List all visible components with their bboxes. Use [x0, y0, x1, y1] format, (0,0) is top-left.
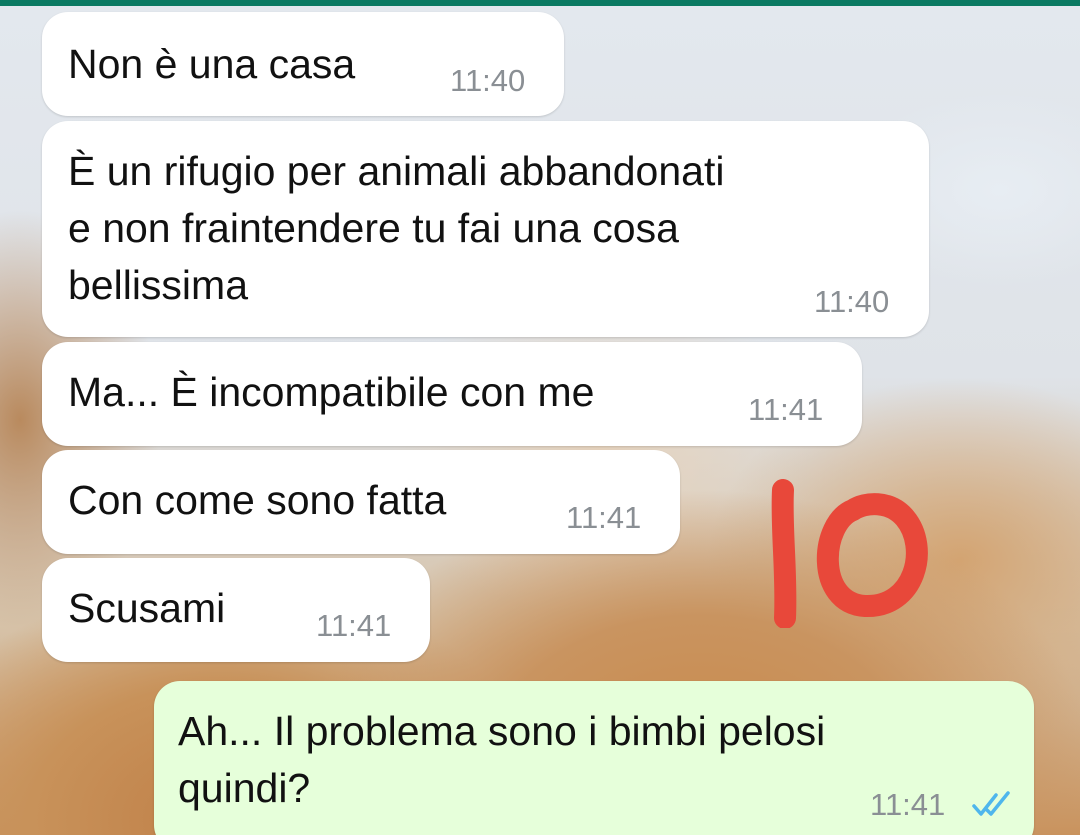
header-strip: [0, 0, 1080, 6]
message-time: 11:41: [870, 787, 946, 822]
outgoing-message-bubble[interactable]: Ah... Il problema sono i bimbi pelosi qu…: [154, 681, 1034, 835]
double-check-icon: [972, 791, 1010, 816]
message-text: Con come sono fatta: [68, 477, 447, 523]
incoming-message-bubble[interactable]: È un rifugio per animali abbandonati e n…: [42, 121, 929, 337]
message-text: È un rifugio per animali abbandonati e n…: [68, 148, 725, 308]
message-text: Scusami: [68, 585, 226, 631]
incoming-message-bubble[interactable]: Non è una casa 11:40: [42, 12, 564, 116]
message-time: 11:40: [814, 284, 890, 319]
io-handwritten-annotation: [771, 479, 928, 628]
message-text: Ah... Il problema sono i bimbi pelosi qu…: [178, 708, 826, 811]
message-time: 11:41: [748, 392, 824, 427]
incoming-message-bubble[interactable]: Ma... È incompatibile con me 11:41: [42, 342, 862, 446]
message-time: 11:40: [450, 63, 526, 98]
message-time: 11:41: [566, 500, 642, 535]
message-text: Ma... È incompatibile con me: [68, 369, 595, 415]
incoming-message-bubble[interactable]: Scusami 11:41: [42, 558, 430, 662]
incoming-message-bubble[interactable]: Con come sono fatta 11:41: [42, 450, 680, 554]
message-text: Non è una casa: [68, 41, 356, 87]
chat-screen: Non è una casa 11:40 È un rifugio per an…: [0, 0, 1080, 835]
message-time: 11:41: [316, 608, 392, 643]
